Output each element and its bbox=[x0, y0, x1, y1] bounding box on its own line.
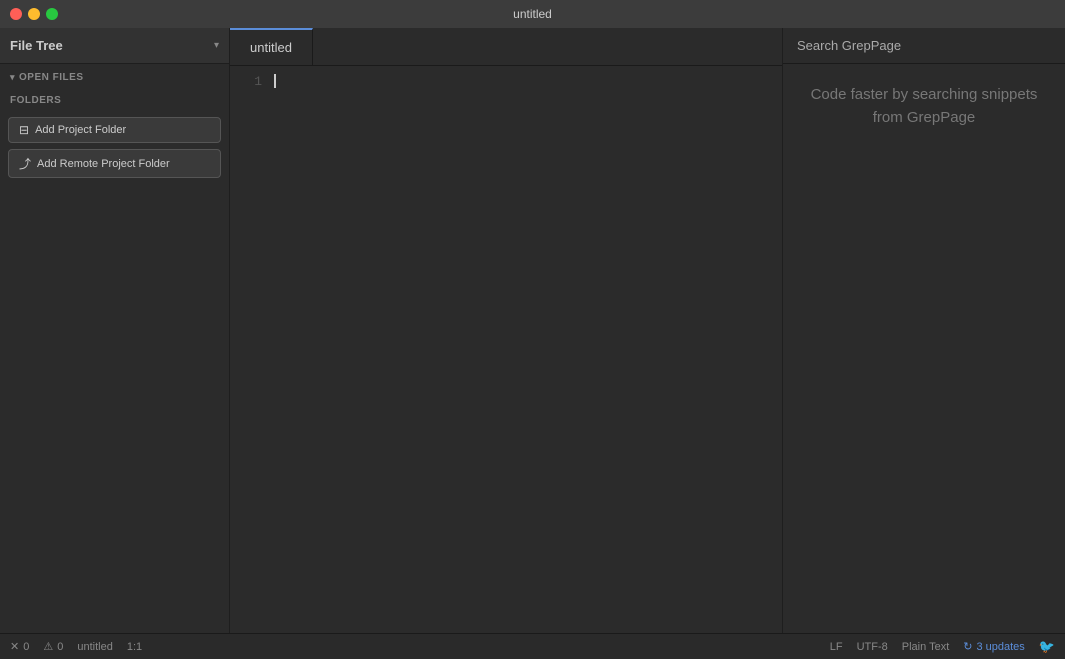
chevron-down-icon[interactable]: ▾ bbox=[214, 40, 219, 51]
language-status[interactable]: Plain Text bbox=[902, 641, 950, 653]
close-button[interactable] bbox=[10, 8, 22, 20]
update-icon: ↻ bbox=[963, 640, 972, 653]
right-panel-header: Search GrepPage bbox=[783, 28, 1065, 64]
position-value: 1:1 bbox=[127, 641, 142, 653]
updates-count: 3 updates bbox=[976, 641, 1024, 653]
encoding-status[interactable]: UTF-8 bbox=[857, 641, 888, 653]
error-value: 0 bbox=[23, 641, 29, 653]
tab-untitled[interactable]: untitled bbox=[230, 28, 313, 65]
sidebar: File Tree ▾ ▾ Open Files Folders ⊟ Add P… bbox=[0, 28, 230, 633]
main-layout: File Tree ▾ ▾ Open Files Folders ⊟ Add P… bbox=[0, 28, 1065, 633]
language-value: Plain Text bbox=[902, 641, 950, 653]
cloud-icon: ⤴ bbox=[19, 155, 31, 172]
twitter-link[interactable]: 🐦 bbox=[1039, 639, 1055, 655]
promo-text: Code faster by searching snippets from G… bbox=[797, 84, 1051, 129]
sidebar-header: File Tree ▾ bbox=[0, 28, 229, 64]
window-title: untitled bbox=[513, 7, 552, 21]
right-panel: Search GrepPage Code faster by searching… bbox=[783, 28, 1065, 633]
right-panel-title: Search GrepPage bbox=[797, 38, 901, 53]
add-project-folder-label: Add Project Folder bbox=[35, 124, 126, 136]
cursor-line bbox=[274, 74, 778, 88]
folder-icon: ⊟ bbox=[19, 123, 29, 137]
tab-label: untitled bbox=[250, 40, 292, 55]
error-count: ✕ 0 bbox=[10, 640, 29, 653]
warning-count: ⚠ 0 bbox=[43, 640, 63, 653]
filename-label: untitled bbox=[77, 641, 112, 653]
line-ending-status[interactable]: LF bbox=[830, 641, 843, 653]
folders-label: Folders bbox=[0, 87, 229, 114]
chevron-icon: ▾ bbox=[10, 72, 15, 83]
title-bar: untitled bbox=[0, 0, 1065, 28]
position-status[interactable]: 1:1 bbox=[127, 641, 142, 653]
text-cursor bbox=[274, 74, 276, 88]
updates-status[interactable]: ↻ 3 updates bbox=[963, 640, 1025, 653]
twitter-icon: 🐦 bbox=[1039, 639, 1055, 655]
minimize-button[interactable] bbox=[28, 8, 40, 20]
window-controls bbox=[10, 8, 58, 20]
maximize-button[interactable] bbox=[46, 8, 58, 20]
add-remote-project-folder-label: Add Remote Project Folder bbox=[37, 158, 170, 170]
status-bar: ✕ 0 ⚠ 0 untitled 1:1 LF UTF-8 Plain Text… bbox=[0, 633, 1065, 659]
line-number-1: 1 bbox=[230, 74, 262, 89]
filename-status[interactable]: untitled bbox=[77, 641, 112, 653]
open-files-label: Open Files bbox=[19, 72, 83, 83]
editor-area: untitled 1 bbox=[230, 28, 783, 633]
tabs-bar: untitled bbox=[230, 28, 782, 66]
editor-content: 1 bbox=[230, 66, 782, 633]
line-ending-value: LF bbox=[830, 641, 843, 653]
right-panel-content: Code faster by searching snippets from G… bbox=[783, 64, 1065, 149]
warning-value: 0 bbox=[57, 641, 63, 653]
add-project-folder-button[interactable]: ⊟ Add Project Folder bbox=[8, 117, 221, 143]
line-numbers: 1 bbox=[230, 66, 270, 633]
add-remote-project-folder-button[interactable]: ⤴ Add Remote Project Folder bbox=[8, 149, 221, 178]
warning-icon: ⚠ bbox=[43, 640, 53, 653]
error-icon: ✕ bbox=[10, 640, 19, 653]
editor-input[interactable] bbox=[270, 66, 782, 633]
open-files-section: ▾ Open Files bbox=[0, 64, 229, 87]
encoding-value: UTF-8 bbox=[857, 641, 888, 653]
sidebar-title: File Tree bbox=[10, 38, 214, 53]
